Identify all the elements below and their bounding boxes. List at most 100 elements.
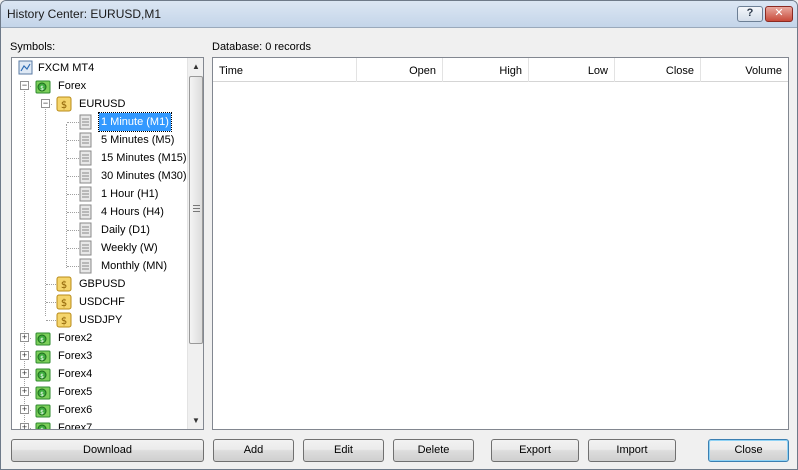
tree-item-timeframe[interactable]: 30 Minutes (M30)	[12, 167, 187, 185]
tree-item-label: 4 Hours (H4)	[101, 206, 164, 218]
tree-item-eurusd[interactable]: − $ EURUSD	[12, 95, 182, 113]
tree-item-group[interactable]: + $ Forex5	[12, 383, 182, 401]
window-close-button[interactable]: ✕	[765, 6, 793, 22]
expand-icon[interactable]: +	[20, 369, 29, 378]
download-button[interactable]: Download	[11, 439, 204, 462]
tree-item-label: Forex5	[58, 386, 93, 398]
column-header-high[interactable]: High	[443, 58, 529, 82]
tree-item-timeframe[interactable]: Weekly (W)	[12, 239, 182, 257]
column-header-close[interactable]: Close	[615, 58, 701, 82]
tree-item-timeframe[interactable]: Monthly (MN)	[12, 257, 182, 275]
tree-item-label: 30 Minutes (M30)	[101, 170, 187, 182]
scroll-down-icon[interactable]: ▼	[188, 412, 203, 429]
history-file-icon	[79, 258, 92, 274]
edit-button[interactable]: Edit	[303, 439, 384, 462]
svg-text:$: $	[61, 316, 67, 327]
folder-currency-icon: $	[35, 350, 51, 364]
folder-currency-icon: $	[35, 404, 51, 418]
tree-item-symbol[interactable]: $ USDJPY	[12, 311, 182, 329]
tree-item-label: USDJPY	[79, 314, 123, 326]
svg-text:$: $	[40, 409, 44, 416]
collapse-icon[interactable]: −	[41, 99, 50, 108]
help-button[interactable]: ?	[737, 6, 763, 22]
close-button[interactable]: Close	[708, 439, 789, 462]
tree-item-label: Forex	[58, 80, 87, 92]
symbols-label: Symbols:	[10, 41, 56, 53]
svg-text:$: $	[61, 100, 67, 111]
expand-icon[interactable]: +	[20, 423, 29, 429]
svg-text:$: $	[40, 355, 44, 362]
tree-item-label: Forex4	[58, 368, 93, 380]
tree-item-timeframe[interactable]: 15 Minutes (M15)	[12, 149, 187, 167]
svg-text:$: $	[40, 373, 44, 380]
svg-text:$: $	[61, 280, 67, 291]
grip-icon	[193, 205, 200, 212]
scrollbar-thumb[interactable]	[189, 76, 203, 344]
column-header-volume[interactable]: Volume	[701, 58, 788, 82]
expand-icon[interactable]: +	[20, 333, 29, 342]
add-button[interactable]: Add	[213, 439, 294, 462]
tree-item-label: Forex7	[58, 422, 93, 430]
tree-item-timeframe[interactable]: Daily (D1)	[12, 221, 182, 239]
tree-item-timeframe[interactable]: 4 Hours (H4)	[12, 203, 182, 221]
folder-currency-icon: $	[35, 332, 51, 346]
tree-item-label: USDCHF	[79, 296, 125, 308]
tree-item-forex[interactable]: − $ Forex	[12, 77, 182, 95]
symbols-tree[interactable]: FXCM MT4 − $ Forex − $ EURUSD 1 Minute (…	[11, 57, 204, 430]
export-button[interactable]: Export	[491, 439, 579, 462]
coin-icon: $	[56, 312, 72, 328]
folder-currency-icon: $	[35, 386, 51, 400]
server-icon	[18, 60, 33, 75]
database-label: Database: 0 records	[212, 41, 312, 53]
history-file-icon	[79, 222, 92, 238]
database-grid[interactable]: Time Open High Low Close Volume	[212, 57, 789, 430]
tree-item-label: 5 Minutes (M5)	[101, 134, 175, 146]
tree-item-label: FXCM MT4	[38, 62, 95, 74]
coin-icon: $	[56, 96, 72, 112]
expand-icon[interactable]: +	[20, 387, 29, 396]
folder-currency-icon: $	[35, 80, 51, 94]
tree-item-label: EURUSD	[79, 98, 126, 110]
column-header-open[interactable]: Open	[357, 58, 443, 82]
history-file-icon	[79, 240, 92, 256]
tree-item-label: Weekly (W)	[101, 242, 158, 254]
collapse-icon[interactable]: −	[20, 81, 29, 90]
column-header-low[interactable]: Low	[529, 58, 615, 82]
expand-icon[interactable]: +	[20, 405, 29, 414]
history-center-window: History Center: EURUSD,M1 ? ✕ Symbols: D…	[0, 0, 798, 470]
tree-item-group[interactable]: + $ Forex3	[12, 347, 182, 365]
svg-text:$: $	[61, 298, 67, 309]
svg-text:$: $	[40, 427, 44, 430]
scroll-up-icon[interactable]: ▲	[188, 58, 203, 75]
history-file-icon	[79, 168, 92, 184]
tree-item-label: Monthly (MN)	[101, 260, 168, 272]
tree-item-group[interactable]: + $ Forex4	[12, 365, 182, 383]
tree-item-group[interactable]: + $ Forex7	[12, 419, 182, 430]
import-button[interactable]: Import	[588, 439, 676, 462]
tree-item-timeframe[interactable]: 1 Minute (M1)	[12, 112, 182, 132]
history-file-icon	[79, 204, 92, 220]
tree-scrollbar[interactable]: ▲ ▼	[187, 58, 203, 429]
delete-button[interactable]: Delete	[393, 439, 474, 462]
coin-icon: $	[56, 276, 72, 292]
grid-header: Time Open High Low Close Volume	[213, 58, 788, 82]
window-title: History Center: EURUSD,M1	[7, 7, 162, 21]
expand-icon[interactable]: +	[20, 351, 29, 360]
tree-item-timeframe[interactable]: 1 Hour (H1)	[12, 185, 182, 203]
tree-item-label: Forex6	[58, 404, 93, 416]
history-file-icon	[79, 132, 92, 148]
folder-currency-icon: $	[35, 422, 51, 430]
tree-item-root[interactable]: FXCM MT4	[12, 59, 182, 77]
tree-item-label: Forex3	[58, 350, 93, 362]
tree-item-group[interactable]: + $ Forex6	[12, 401, 182, 419]
tree-item-label: GBPUSD	[79, 278, 126, 290]
svg-text:$: $	[40, 391, 44, 398]
tree-item-timeframe[interactable]: 5 Minutes (M5)	[12, 131, 182, 149]
tree-item-group[interactable]: + $ Forex2	[12, 329, 182, 347]
folder-currency-icon: $	[35, 368, 51, 382]
tree-item-symbol[interactable]: $ GBPUSD	[12, 275, 182, 293]
tree-item-symbol[interactable]: $ USDCHF	[12, 293, 182, 311]
column-header-time[interactable]: Time	[213, 58, 357, 82]
title-bar: History Center: EURUSD,M1 ? ✕	[1, 1, 797, 28]
tree-item-label: Daily (D1)	[101, 224, 150, 236]
